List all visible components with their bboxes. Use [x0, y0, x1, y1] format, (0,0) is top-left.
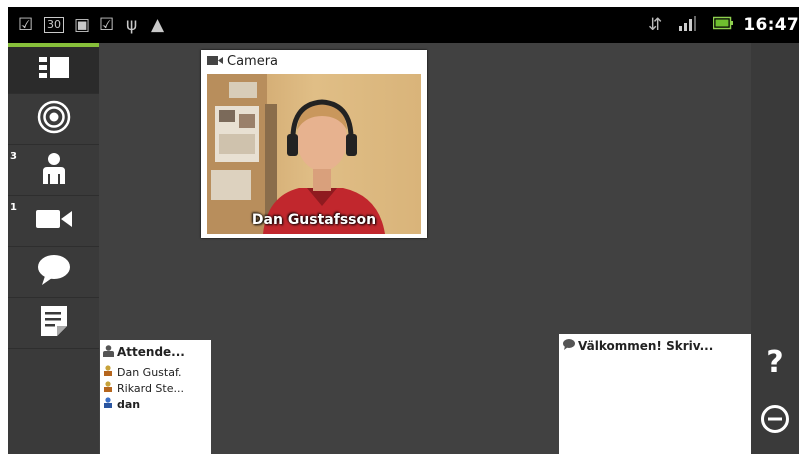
attendee-list-item[interactable]: Rikard Ste...: [100, 380, 211, 396]
camera-window-title: Camera: [227, 53, 279, 69]
calendar-icon: 30: [44, 17, 64, 33]
sidebar-item-chat[interactable]: [8, 247, 99, 298]
help-label: ?: [766, 344, 784, 380]
right-toolbar: ?: [751, 43, 799, 454]
attendee-name: Rikard Ste...: [117, 381, 184, 395]
attendees-window[interactable]: Attende... Dan Gustaf. Rikard Ste... dan: [100, 340, 211, 454]
network-icon: ⇵: [648, 15, 663, 35]
sidebar-item-notes[interactable]: [8, 298, 99, 349]
battery-icon: [712, 15, 733, 35]
sidebar-item-attendees[interactable]: 3: [8, 145, 99, 196]
camera-video-feed: Dan Gustafsson: [207, 74, 421, 234]
checkbox-notification-icon: ☑: [18, 15, 34, 35]
sidebar-item-broadcast[interactable]: [8, 94, 99, 145]
target-icon: [37, 100, 71, 138]
people-icon: [103, 344, 114, 360]
attendees-list: Dan Gustaf. Rikard Ste... dan: [100, 364, 211, 412]
layout-icon: [38, 57, 69, 83]
attendees-count-badge: 3: [10, 151, 17, 162]
person-icon: [41, 152, 67, 188]
help-button[interactable]: ?: [751, 338, 799, 386]
briefcase-icon: ▣: [74, 15, 91, 35]
sidebar-item-cameras[interactable]: 1: [8, 196, 99, 247]
minus-circle-icon: [760, 404, 790, 438]
sidebar-item-layout[interactable]: [8, 47, 99, 94]
checkbox-notification-icon: ☑: [99, 15, 115, 35]
cameras-count-badge: 1: [10, 202, 17, 213]
camera-person-name: Dan Gustafsson: [251, 212, 377, 228]
notes-icon: [40, 306, 67, 340]
app-screen: ☑ 30 ▣ ☑ ψ ▲ ⇵ 16:47 3 1 ? Camera Dan Gu…: [8, 7, 799, 454]
person-small-icon: [103, 381, 113, 395]
speech-bubble-small-icon: [563, 339, 575, 353]
camera-window[interactable]: Camera Dan Gustafsson: [201, 50, 427, 238]
signal-icon: [678, 15, 696, 36]
video-camera-small-icon: [207, 54, 223, 69]
attendees-window-title-bar[interactable]: Attende...: [100, 340, 211, 364]
chat-window[interactable]: Välkommen! Skriv...: [559, 334, 751, 454]
attendees-window-title: Attende...: [117, 345, 185, 359]
attendee-name: Dan Gustaf.: [117, 365, 182, 379]
person-small-icon: [103, 365, 113, 379]
left-sidebar: 3 1: [8, 43, 99, 454]
chat-window-title-bar[interactable]: Välkommen! Skriv...: [559, 334, 751, 358]
calendar-day: 30: [47, 18, 61, 31]
attendee-name: dan: [117, 397, 141, 411]
usb-icon: ψ: [126, 15, 138, 35]
chat-window-title: Välkommen! Skriv...: [578, 339, 714, 353]
android-debug-icon: ▲: [151, 15, 165, 35]
person-small-icon: [103, 397, 113, 411]
camera-window-title-bar[interactable]: Camera: [201, 50, 427, 72]
attendee-list-item[interactable]: Dan Gustaf.: [100, 364, 211, 380]
zoom-out-button[interactable]: [751, 397, 799, 445]
clock: 16:47: [743, 15, 799, 35]
status-bar: ☑ 30 ▣ ☑ ψ ▲ ⇵ 16:47: [8, 7, 799, 43]
speech-bubble-icon: [37, 254, 71, 290]
video-camera-icon: [35, 208, 72, 234]
attendee-list-item[interactable]: dan: [100, 396, 211, 412]
